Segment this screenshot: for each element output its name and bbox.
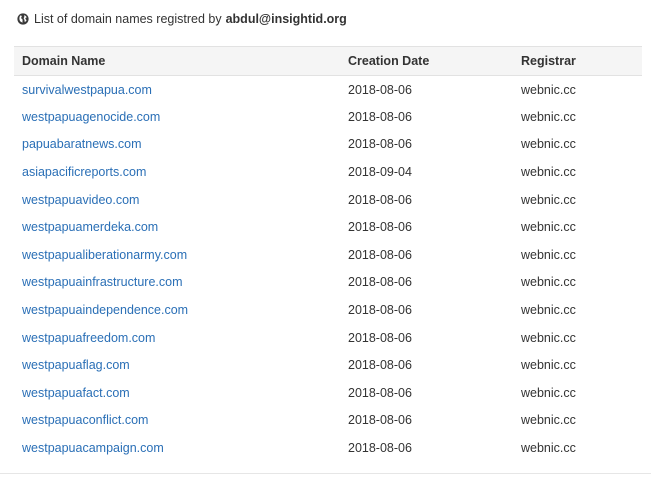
domain-link[interactable]: westpapuafact.com (22, 386, 130, 400)
registrar-cell: webnic.cc (521, 413, 576, 428)
domain-cell: westpapuaconflict.com (14, 407, 346, 435)
domain-link[interactable]: survivalwestpapua.com (22, 83, 152, 97)
domain-cell: westpapuagenocide.com (14, 103, 346, 131)
domain-link[interactable]: westpapuacampaign.com (22, 441, 164, 455)
registrar-cell: webnic.cc (521, 247, 576, 262)
domain-link[interactable]: westpapuaconflict.com (22, 413, 148, 427)
creation-date-cell: 2018-08-06 (348, 303, 412, 318)
domain-cell: westpapuacampaign.com (14, 434, 346, 462)
domain-link[interactable]: westpapualiberationarmy.com (22, 248, 187, 262)
domain-link[interactable]: papuabaratnews.com (22, 137, 142, 151)
registrar-cell: webnic.cc (521, 275, 576, 290)
registrar-cell: webnic.cc (521, 192, 576, 207)
creation-date-cell: 2018-08-06 (348, 413, 412, 428)
column-header-registrar[interactable]: Registrar (519, 46, 642, 76)
table-row: westpapuamerdeka.com 2018-08-06 webnic.cc (14, 213, 642, 241)
domain-cell: survivalwestpapua.com (14, 76, 346, 104)
domain-link[interactable]: westpapuainfrastructure.com (22, 275, 183, 289)
table-row: westpapualiberationarmy.com 2018-08-06 web… (14, 241, 642, 269)
domain-link[interactable]: westpapuamerdeka.com (22, 220, 158, 234)
registrar-cell: webnic.cc (521, 303, 576, 318)
creation-date-cell: 2018-08-06 (348, 441, 412, 456)
registrar-cell: webnic.cc (521, 82, 576, 97)
table-row: westpapuavideo.com 2018-08-06 webnic.cc (14, 186, 642, 214)
table-row: westpapuaconflict.com 2018-08-06 webnic.cc (14, 407, 642, 435)
table-row: westpapuafact.com 2018-08-06 webnic.cc (14, 379, 642, 407)
creation-date-cell: 2018-08-06 (348, 220, 412, 235)
creation-date-cell: 2018-08-06 (348, 192, 412, 207)
domain-link[interactable]: westpapuagenocide.com (22, 110, 160, 124)
creation-date-cell: 2018-08-06 (348, 330, 412, 345)
domain-cell: westpapuaflag.com (14, 351, 346, 379)
registrar-cell: webnic.cc (521, 358, 576, 373)
heading-email: abdul@insightid.org (225, 12, 347, 26)
registrar-cell: webnic.cc (521, 441, 576, 456)
table-row: survivalwestpapua.com 2018-08-06 webnic.cc (14, 76, 642, 104)
table-row: westpapuacampaign.com 2018-08-06 webnic.cc (14, 434, 642, 462)
table-row: westpapuaindependence.com 2018-08-06 webni… (14, 296, 642, 324)
table-header-row: Domain Name Creation Date Registrar (14, 46, 642, 76)
registrar-cell: webnic.cc (521, 165, 576, 180)
registrar-cell: webnic.cc (521, 385, 576, 400)
creation-date-cell: 2018-08-06 (348, 385, 412, 400)
creation-date-cell: 2018-08-06 (348, 82, 412, 97)
page-heading: List of domain names registred by abdul@… (17, 10, 347, 28)
table-row: westpapuafreedom.com 2018-08-06 webnic.cc (14, 324, 642, 352)
divider (0, 473, 651, 474)
domains-table: Domain Name Creation Date Registrar surv… (14, 46, 642, 462)
registrar-cell: webnic.cc (521, 220, 576, 235)
table-row: papuabaratnews.com 2018-08-06 webnic.cc (14, 131, 642, 159)
registrar-cell: webnic.cc (521, 109, 576, 124)
domain-link[interactable]: asiapacificreports.com (22, 165, 146, 179)
heading-text: List of domain names registred by (34, 12, 222, 26)
creation-date-cell: 2018-09-04 (348, 165, 412, 180)
globe-icon (17, 13, 29, 25)
registrar-cell: webnic.cc (521, 330, 576, 345)
table-row: westpapuaflag.com 2018-08-06 webnic.cc (14, 351, 642, 379)
domain-cell: westpapuainfrastructure.com (14, 269, 346, 297)
domain-cell: westpapualiberationarmy.com (14, 241, 346, 269)
creation-date-cell: 2018-08-06 (348, 358, 412, 373)
domain-cell: westpapuafreedom.com (14, 324, 346, 352)
creation-date-cell: 2018-08-06 (348, 137, 412, 152)
domain-cell: westpapuavideo.com (14, 186, 346, 214)
domain-link[interactable]: westpapuaflag.com (22, 358, 130, 372)
creation-date-cell: 2018-08-06 (348, 275, 412, 290)
column-header-creation-date[interactable]: Creation Date (346, 46, 519, 76)
domain-cell: westpapuamerdeka.com (14, 213, 346, 241)
domain-cell: asiapacificreports.com (14, 158, 346, 186)
domain-cell: papuabaratnews.com (14, 131, 346, 159)
table-row: westpapuagenocide.com 2018-08-06 webnic.cc (14, 103, 642, 131)
domain-cell: westpapuafact.com (14, 379, 346, 407)
domain-link[interactable]: westpapuaindependence.com (22, 303, 188, 317)
domain-cell: westpapuaindependence.com (14, 296, 346, 324)
creation-date-cell: 2018-08-06 (348, 109, 412, 124)
table-row: asiapacificreports.com 2018-09-04 webnic.c… (14, 158, 642, 186)
domain-link[interactable]: westpapuafreedom.com (22, 331, 155, 345)
column-header-domain[interactable]: Domain Name (14, 46, 346, 76)
table-row: westpapuainfrastructure.com 2018-08-06 web… (14, 269, 642, 297)
domain-link[interactable]: westpapuavideo.com (22, 193, 139, 207)
creation-date-cell: 2018-08-06 (348, 247, 412, 262)
registrar-cell: webnic.cc (521, 137, 576, 152)
